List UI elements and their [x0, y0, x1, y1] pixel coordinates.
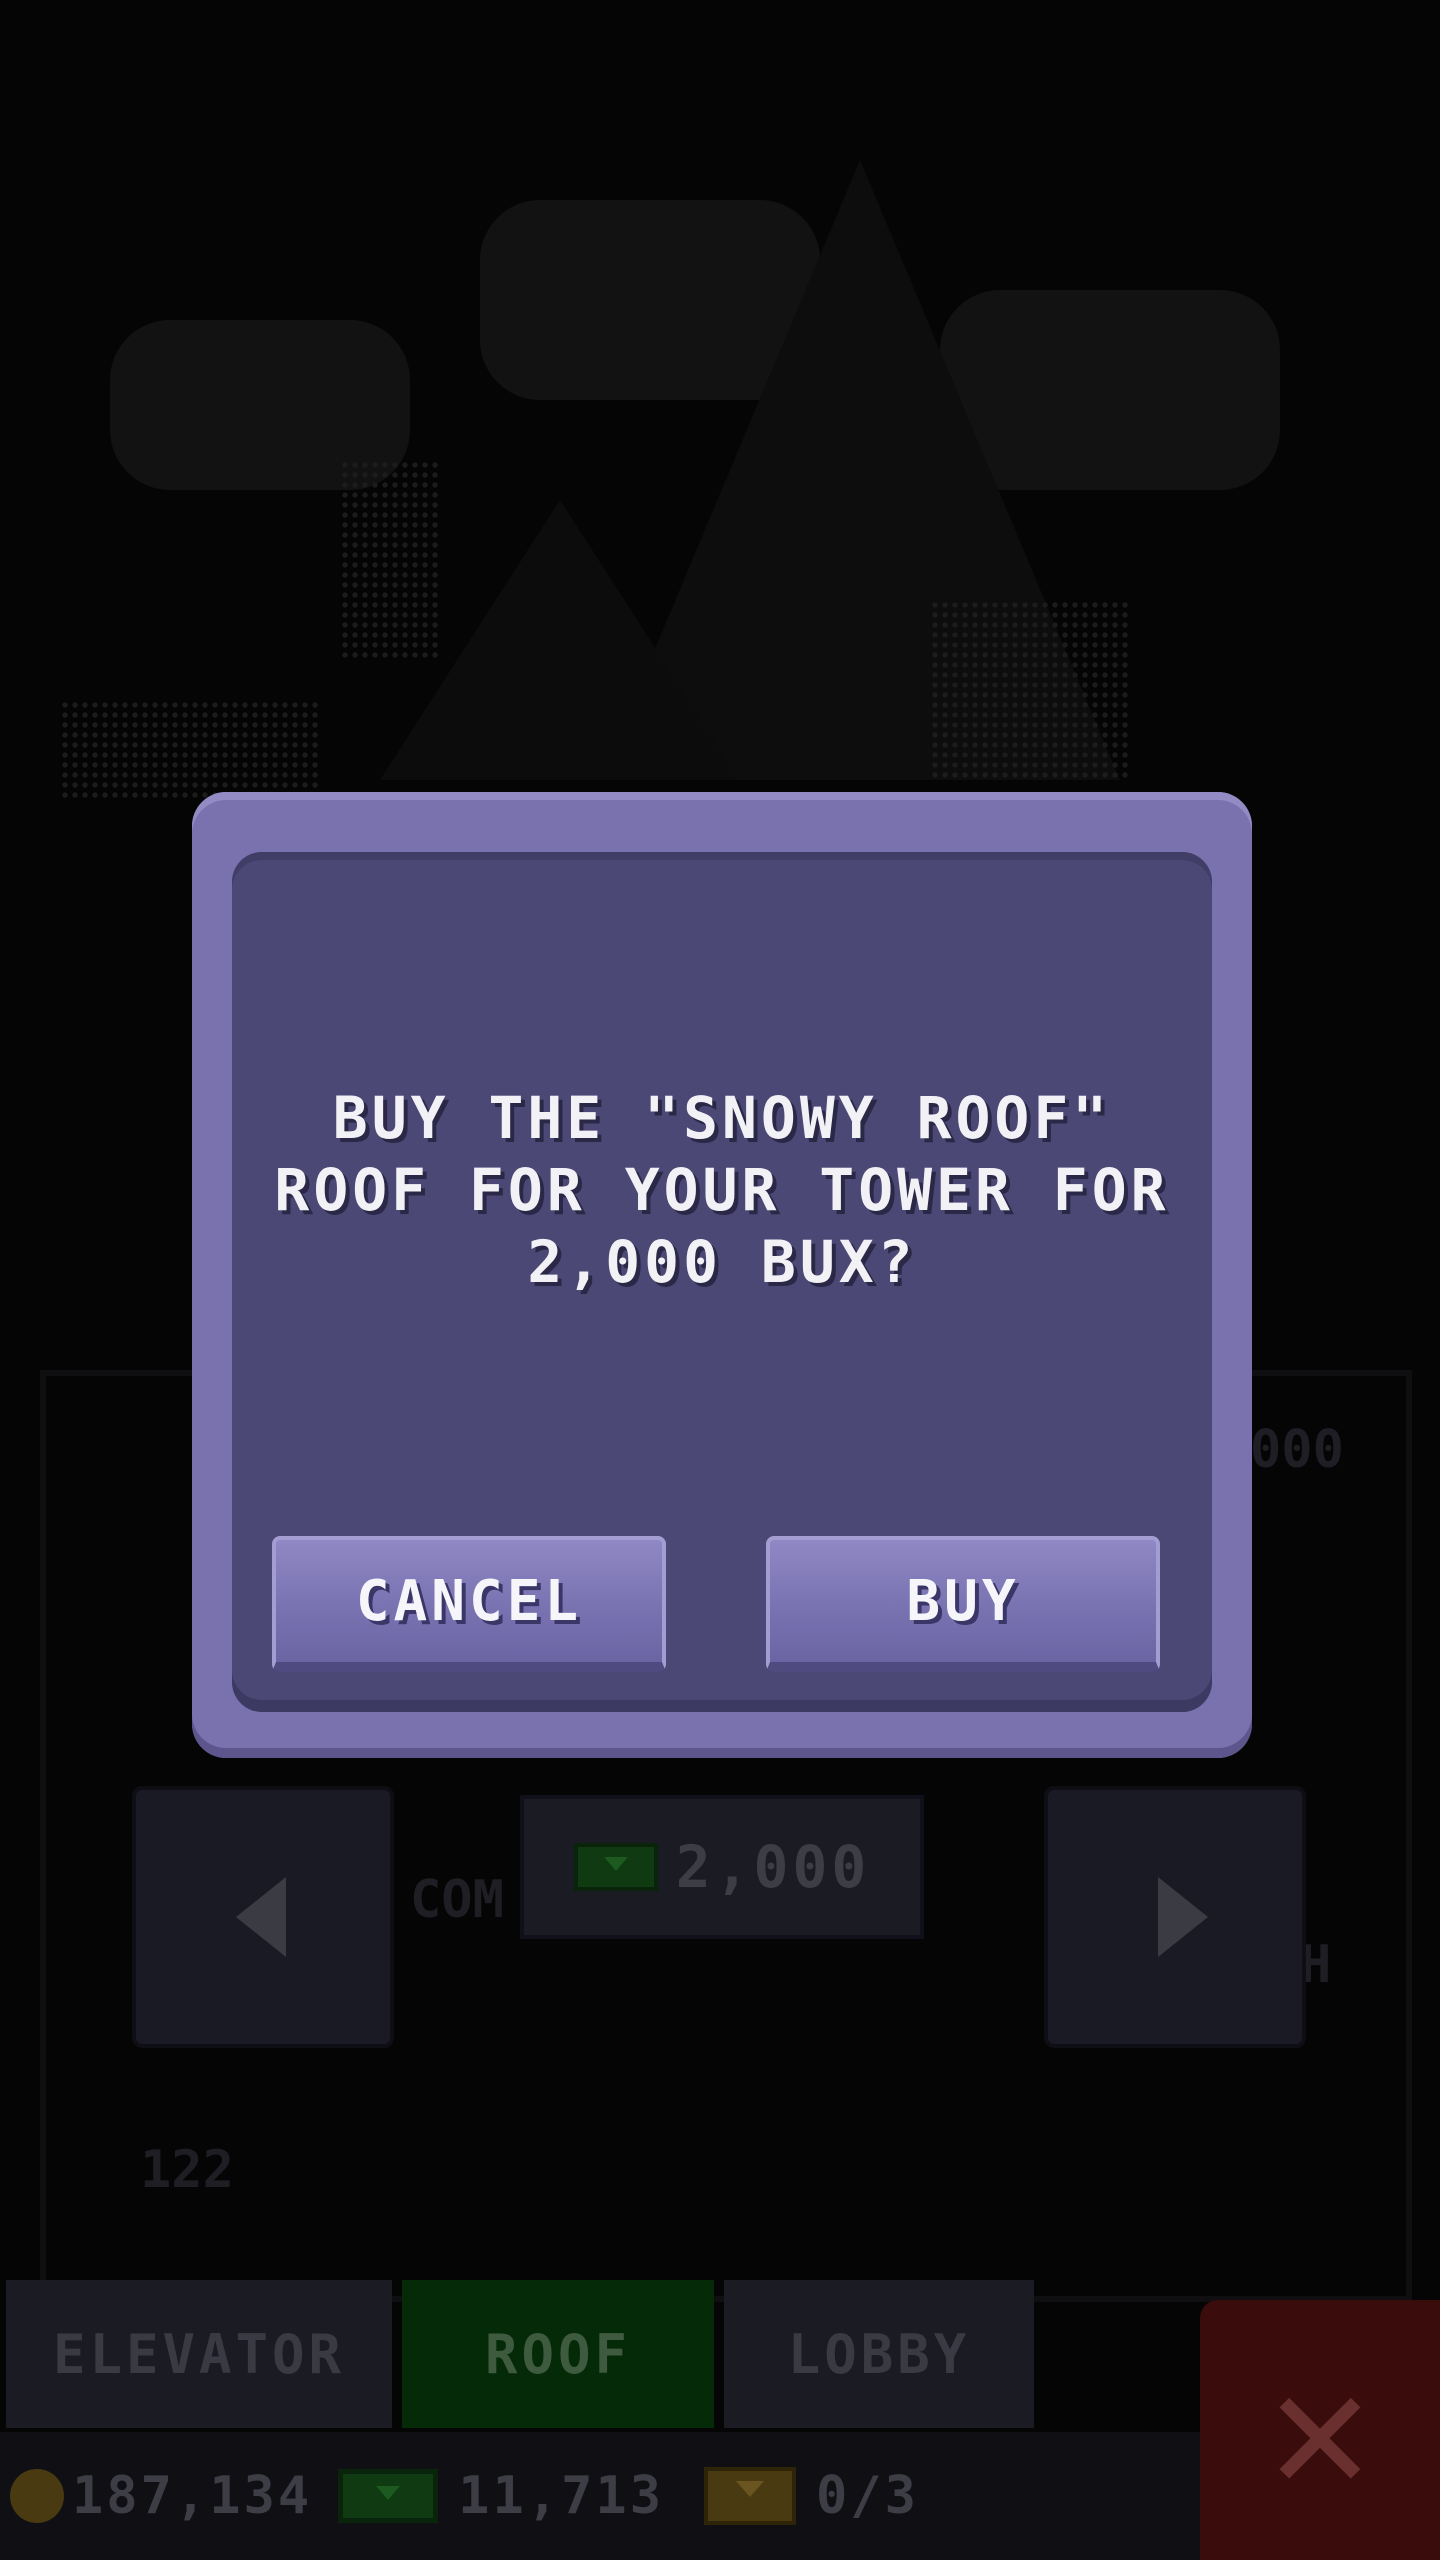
next-roof-button[interactable] [1044, 1786, 1306, 2048]
roof-price: 2,000 [520, 1795, 924, 1939]
background-faint-text: 000 [1250, 1420, 1344, 1480]
bux-icon [573, 1843, 658, 1891]
tab-elevator[interactable]: ELEVATOR [6, 2280, 392, 2428]
tab-lobby[interactable]: LOBBY [724, 2280, 1034, 2428]
buy-button[interactable]: BUY [766, 1536, 1160, 1672]
previous-roof-button[interactable] [132, 1786, 394, 2048]
purchase-dialog: BUY THE "SNOWY ROOF" ROOF FOR YOUR TOWER… [192, 792, 1252, 1758]
game-screen: COM 000 H 122 2,000 ELEVATOR ROOF LOBBY … [0, 0, 1440, 2560]
close-icon: ✕ [1268, 2331, 1372, 2529]
dialog-message: BUY THE "SNOWY ROOF" ROOF FOR YOUR TOWER… [274, 1084, 1170, 1296]
tab-roof[interactable]: ROOF [402, 2280, 714, 2428]
close-button[interactable]: ✕ [1200, 2300, 1440, 2560]
status-bar: 187,134 11,713 0/3 [0, 2432, 1200, 2560]
arrow-right-icon [1158, 1877, 1208, 1957]
tickets-count: 0/3 [816, 2466, 919, 2526]
background-faint-text: COM [410, 1870, 504, 1930]
background-faint-text: 122 [140, 2140, 234, 2200]
roof-price-value: 2,000 [675, 1833, 871, 1901]
pixel-tower-decoration [340, 460, 440, 660]
coins-count: 187,134 [72, 2466, 313, 2526]
pixel-tower-decoration [60, 700, 320, 800]
cancel-button[interactable]: CANCEL [272, 1536, 666, 1672]
pixel-tower-decoration [930, 600, 1130, 780]
bux-count: 11,713 [458, 2466, 664, 2526]
coin-icon [10, 2469, 64, 2523]
bux-icon [338, 2469, 439, 2523]
arrow-left-icon [236, 1877, 286, 1957]
ticket-icon [704, 2467, 796, 2525]
